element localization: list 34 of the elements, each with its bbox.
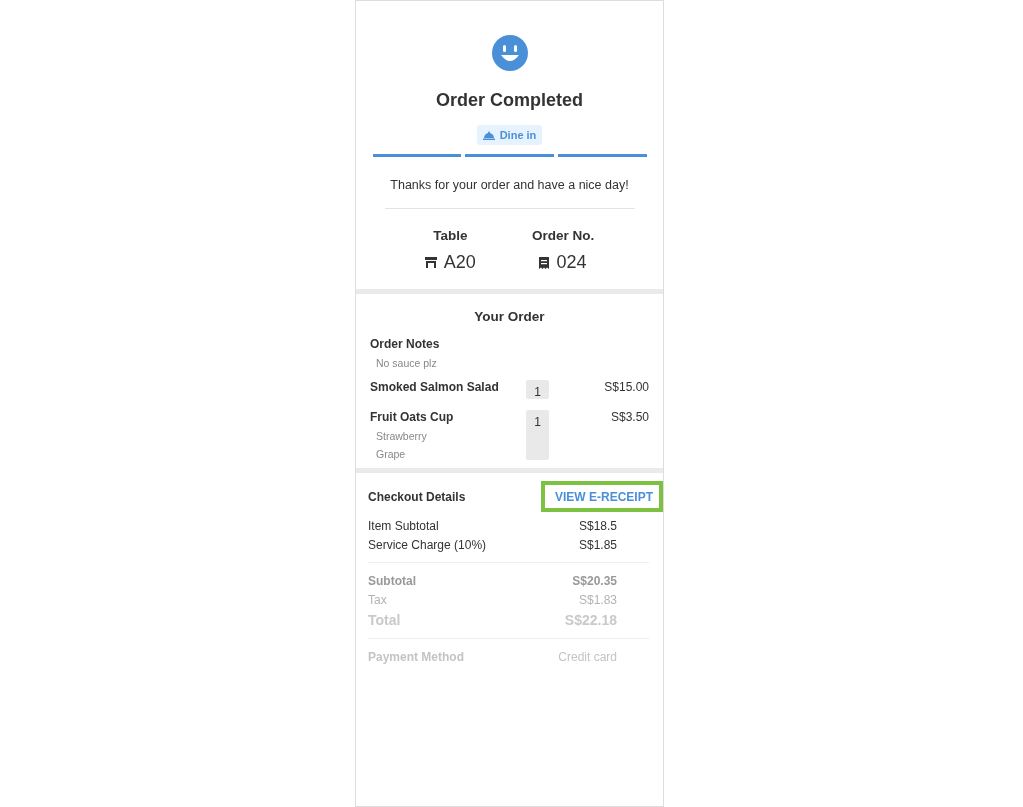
line-label: Item Subtotal — [368, 519, 439, 533]
info-value: A20 — [443, 252, 476, 273]
summary-label: Tax — [368, 593, 387, 607]
smiley-icon — [491, 35, 528, 71]
order-type-badge: Dine in — [476, 125, 543, 145]
summary-value: S$1.83 — [578, 593, 617, 607]
receipt-icon — [539, 256, 550, 269]
info-label: Table — [433, 228, 468, 243]
item-price: S$3.50 — [609, 410, 649, 424]
info-value: 024 — [556, 252, 587, 273]
summary-label: Subtotal — [368, 574, 416, 588]
quantity-box: 1 — [526, 410, 549, 460]
line-value: S$18.5 — [578, 519, 617, 533]
section-title: Your Order — [473, 309, 546, 324]
view-receipt-link[interactable]: VIEW E-RECEIPT — [541, 481, 663, 512]
info-label: Order No. — [531, 228, 595, 243]
section-title: Checkout Details — [368, 489, 466, 504]
item-option: Strawberry — [376, 430, 526, 442]
item-name: Fruit Oats Cup — [370, 410, 455, 424]
line-value: S$1.85 — [578, 538, 617, 552]
summary-value: S$20.35 — [572, 574, 617, 588]
summary-label: Payment Method — [368, 650, 464, 664]
table-icon — [424, 257, 437, 268]
order-status-title: Order Completed — [436, 90, 583, 111]
thank-you-message: Thanks for your order and have a nice day! — [390, 178, 629, 192]
summary-value: Credit card — [558, 650, 617, 664]
quantity-box: 1 — [526, 380, 549, 399]
item-option: Grape — [376, 448, 526, 460]
line-label: Service Charge (10%) — [368, 538, 487, 552]
notes-label: Order Notes — [370, 337, 441, 351]
notes-text: No sauce plz — [376, 357, 438, 369]
item-name: Smoked Salmon Salad — [370, 380, 500, 394]
cloche-icon — [482, 130, 495, 140]
item-price: S$15.00 — [603, 380, 649, 394]
